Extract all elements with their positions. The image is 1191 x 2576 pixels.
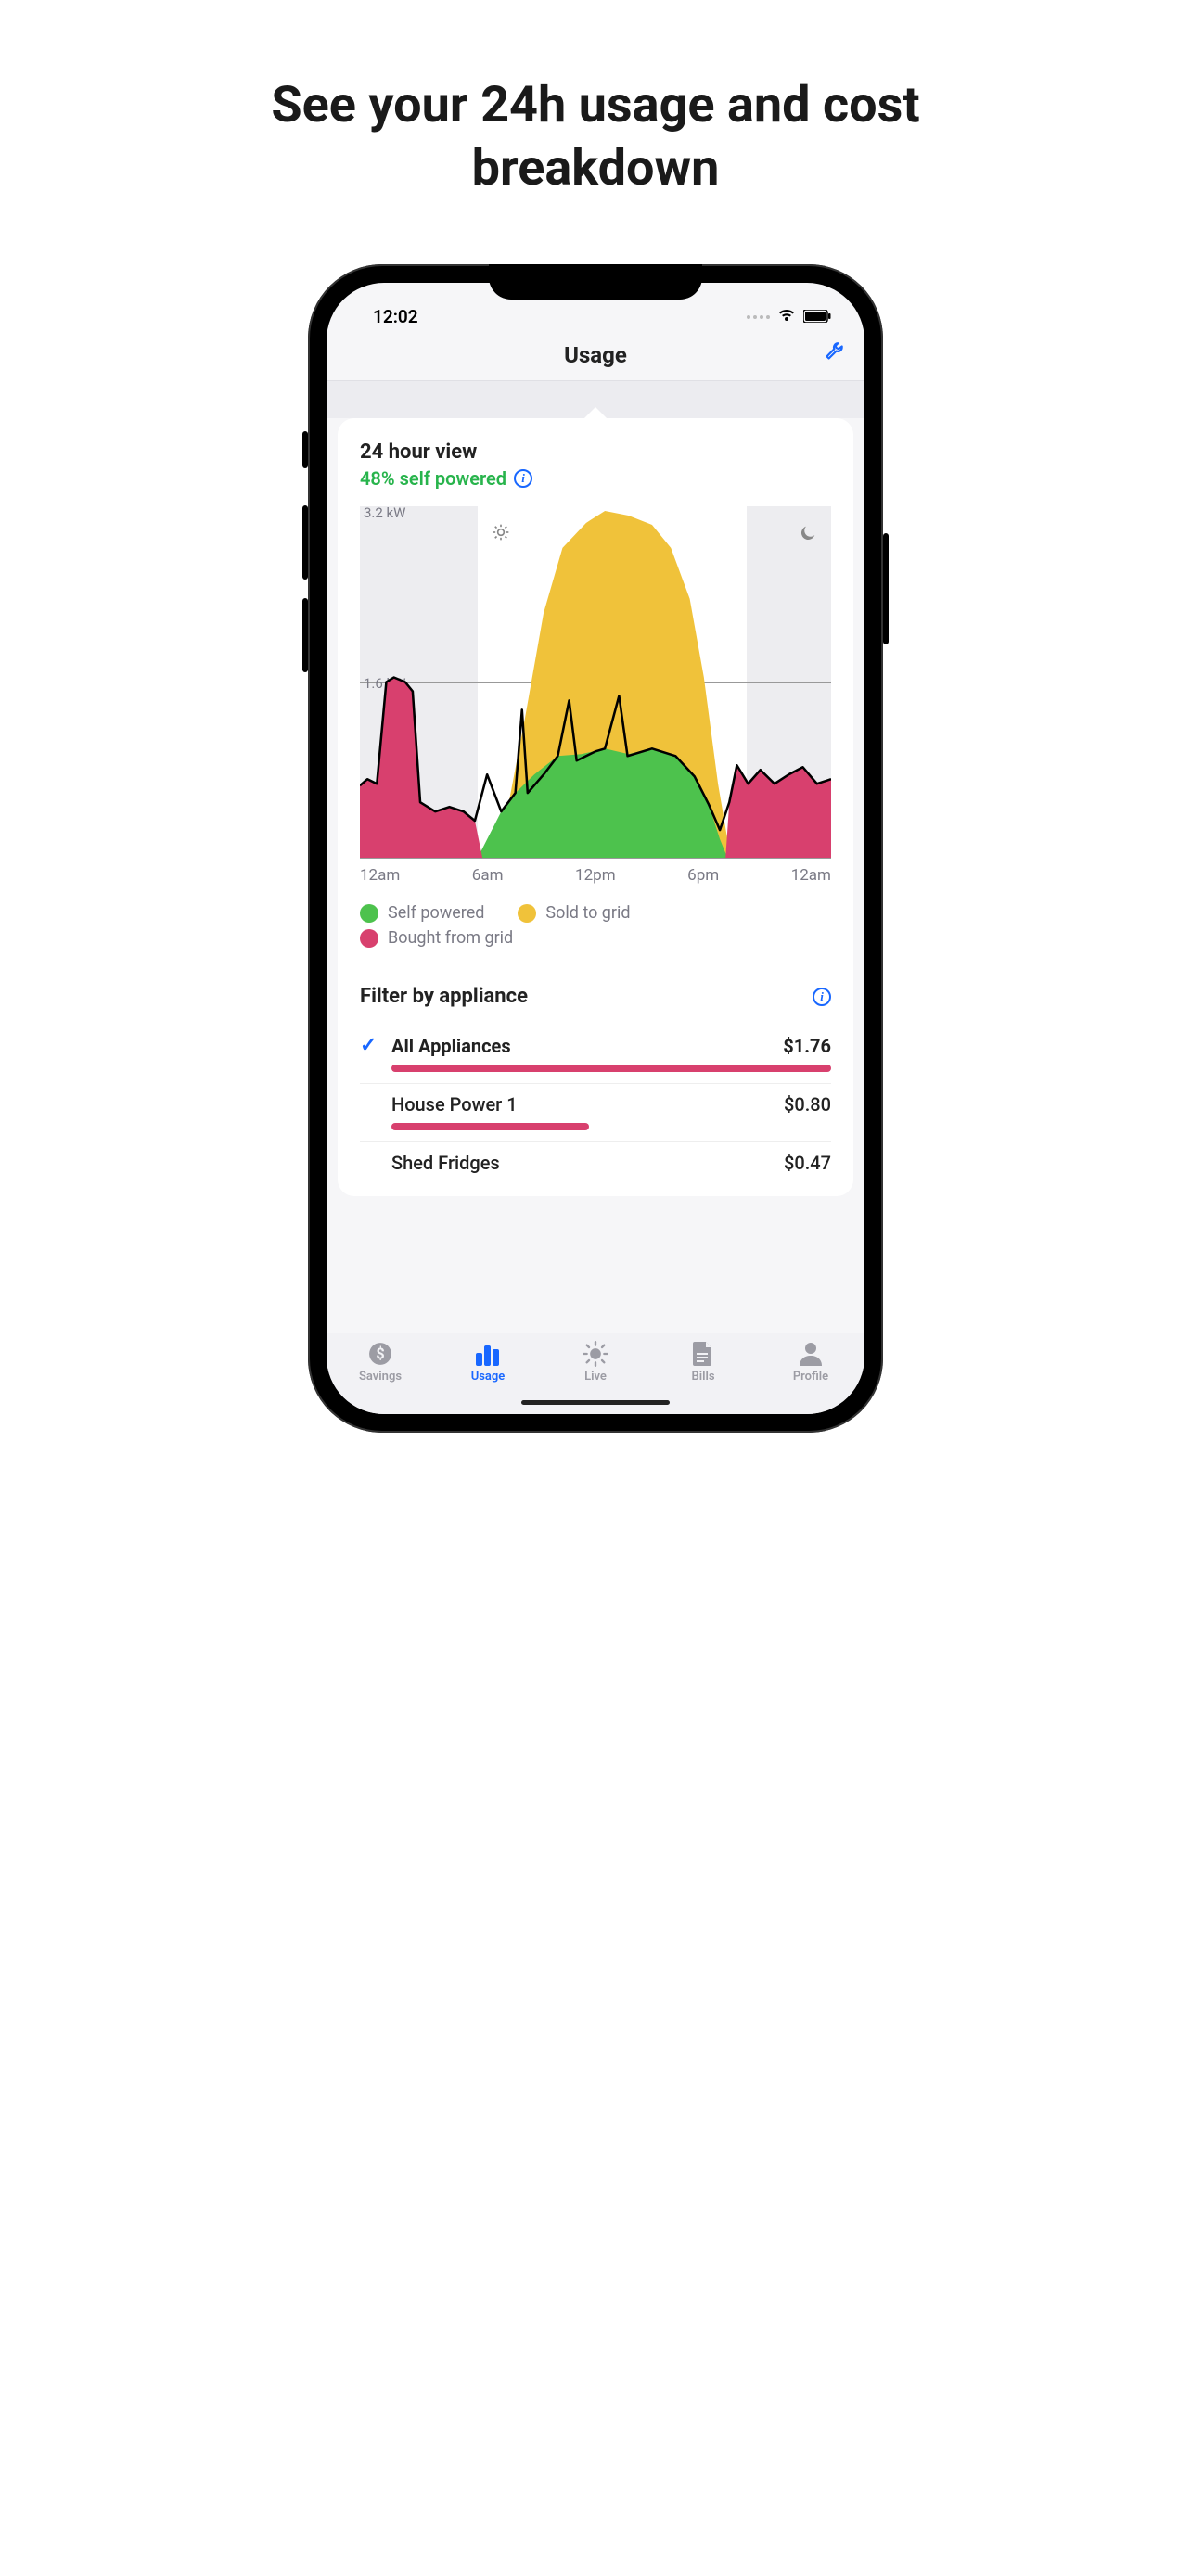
x-tick: 6am (472, 866, 504, 885)
nav-header: Usage (327, 329, 864, 381)
tab-usage[interactable]: Usage (451, 1341, 525, 1384)
settings-button[interactable] (822, 340, 846, 370)
phone-frame: 12:02 Usage (308, 264, 883, 1433)
doc-icon (693, 1341, 713, 1367)
legend-bought-from-grid: Bought from grid (360, 928, 513, 948)
person-icon (800, 1341, 822, 1367)
filter-header: Filter by appliance i (360, 985, 831, 1008)
dollar-circle-icon: $ (368, 1341, 392, 1367)
sun-icon (583, 1341, 608, 1367)
bar-chart-icon (475, 1341, 501, 1367)
filter-title: Filter by appliance (360, 985, 528, 1008)
tab-label: Live (584, 1370, 607, 1384)
content-area: 24 hour view 48% self powered i (327, 381, 864, 1333)
x-tick: 6pm (687, 866, 719, 885)
usage-bar (391, 1123, 589, 1130)
tab-bills[interactable]: Bills (666, 1341, 740, 1384)
appliance-list: ✓ All Appliances $1.76 House Power 1 $0.… (360, 1025, 831, 1174)
card-title: 24 hour view (360, 440, 831, 464)
tab-label: Savings (359, 1370, 402, 1384)
side-button (883, 533, 889, 644)
status-right (747, 306, 831, 327)
appliance-row-shed-fridges[interactable]: Shed Fridges $0.47 (360, 1142, 831, 1174)
legend-self-powered: Self powered (360, 903, 484, 923)
wifi-icon (777, 306, 796, 327)
chart-legend: Self powered Sold to grid Bought from gr… (360, 903, 831, 948)
appliance-row-house-power-1[interactable]: House Power 1 $0.80 (360, 1084, 831, 1142)
home-indicator[interactable] (521, 1400, 670, 1405)
status-time: 12:02 (360, 306, 418, 327)
side-button (302, 505, 308, 580)
svg-text:$: $ (376, 1345, 384, 1362)
usage-chart[interactable]: 3.2 kW 1.6 kW 0 kW (360, 506, 831, 859)
page-title: Usage (564, 342, 627, 368)
battery-icon (803, 306, 831, 327)
check-icon: ✓ (360, 1034, 391, 1057)
tab-live[interactable]: Live (558, 1341, 633, 1384)
appliance-cost: $1.76 (783, 1035, 831, 1057)
tab-label: Usage (471, 1370, 506, 1384)
status-bar: 12:02 (327, 283, 864, 329)
self-powered-label: 48% self powered i (360, 467, 831, 490)
x-tick: 12am (360, 866, 400, 885)
promo-title: See your 24h usage and cost breakdown (271, 74, 920, 199)
appliance-row-all[interactable]: ✓ All Appliances $1.76 (360, 1025, 831, 1084)
usage-card: 24 hour view 48% self powered i (338, 418, 853, 1196)
side-button (302, 431, 308, 468)
x-tick: 12am (791, 866, 831, 885)
tab-label: Profile (793, 1370, 828, 1384)
info-icon[interactable]: i (813, 988, 831, 1006)
info-icon[interactable]: i (514, 469, 532, 488)
tab-profile[interactable]: Profile (774, 1341, 848, 1384)
x-axis-ticks: 12am 6am 12pm 6pm 12am (360, 866, 831, 885)
appliance-name: All Appliances (391, 1035, 783, 1057)
signal-dots-icon (747, 315, 770, 319)
self-powered-text: 48% self powered (360, 467, 506, 490)
tab-savings[interactable]: $ Savings (343, 1341, 417, 1384)
appliance-cost: $0.47 (784, 1152, 831, 1174)
screen: 12:02 Usage (327, 283, 864, 1414)
appliance-name: House Power 1 (391, 1093, 784, 1116)
tab-label: Bills (691, 1370, 714, 1384)
usage-bar (391, 1065, 831, 1072)
chart-svg (360, 506, 831, 858)
appliance-cost: $0.80 (784, 1093, 831, 1116)
legend-sold-to-grid: Sold to grid (518, 903, 630, 923)
x-tick: 12pm (575, 866, 616, 885)
appliance-name: Shed Fridges (391, 1152, 784, 1174)
side-button (302, 598, 308, 672)
